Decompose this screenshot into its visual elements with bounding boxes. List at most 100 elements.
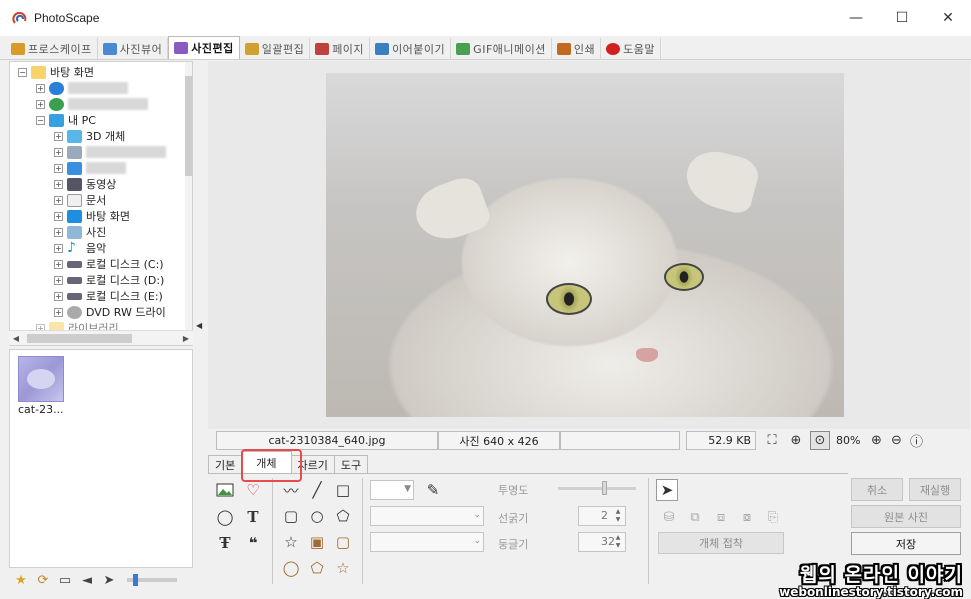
color-picker-combo[interactable]: ▼: [370, 480, 414, 500]
expand-icon[interactable]: +: [36, 99, 45, 109]
expand-icon[interactable]: +: [54, 195, 63, 205]
tree-item-blurred-1[interactable]: +: [54, 144, 166, 160]
tree-item-desktop-root[interactable]: − 바탕 화면: [18, 64, 94, 80]
quote-icon[interactable]: ❝: [242, 532, 264, 554]
tab-gif-animation[interactable]: GIF애니메이션: [451, 38, 552, 59]
thumbnail-size-slider[interactable]: [127, 574, 177, 586]
freehand-icon[interactable]: 〰: [280, 479, 302, 501]
cat-photo[interactable]: [326, 73, 844, 417]
filled-ellipse-icon[interactable]: ◯: [280, 557, 302, 579]
scrollbar-thumb[interactable]: [27, 333, 132, 343]
tree-item-drive-c[interactable]: + 로컬 디스크 (C:): [54, 256, 164, 272]
rotate-icon[interactable]: ⟳: [35, 573, 51, 588]
tab-basic[interactable]: 기본: [208, 455, 243, 473]
rounded-rectangle-icon[interactable]: ▢: [280, 505, 302, 527]
speech-balloon-icon[interactable]: ◯: [214, 506, 236, 528]
undo-button[interactable]: 취소: [851, 478, 903, 501]
object-properties-icon[interactable]: ⎘: [762, 506, 784, 528]
select-pointer-icon[interactable]: ➤: [656, 479, 678, 501]
zoom-actual-icon[interactable]: ⊕: [786, 431, 806, 450]
minimize-button[interactable]: —: [833, 0, 879, 36]
expand-icon[interactable]: +: [54, 291, 63, 301]
star-shape-icon[interactable]: ☆: [280, 531, 302, 553]
object-copy-icon[interactable]: ⧉: [684, 506, 706, 528]
tab-combine[interactable]: 이어붙이기: [370, 38, 452, 59]
object-backward-icon[interactable]: ⧇: [736, 506, 758, 528]
tree-vertical-scrollbar[interactable]: [185, 62, 192, 345]
zoom-fit-icon[interactable]: ⊙: [810, 431, 830, 450]
eyedropper-icon[interactable]: ✎: [422, 479, 444, 501]
tab-photo-editor[interactable]: 사진편집: [168, 36, 240, 59]
image-insert-icon[interactable]: [214, 479, 236, 501]
scroll-left-icon[interactable]: ◀: [9, 334, 23, 343]
arrow-left-icon[interactable]: ◄: [79, 573, 95, 588]
zoom-out-icon[interactable]: ⊖: [886, 431, 906, 450]
heart-frame-icon[interactable]: ♡: [242, 479, 264, 501]
info-icon[interactable]: ⓘ: [906, 431, 926, 450]
tree-item-videos[interactable]: + 동영상: [54, 176, 116, 192]
opacity-slider[interactable]: [558, 481, 636, 495]
text-style-icon[interactable]: Ŧ: [214, 532, 236, 554]
close-button[interactable]: ✕: [925, 0, 971, 36]
object-forward-icon[interactable]: ⧈: [710, 506, 732, 528]
expand-icon[interactable]: +: [54, 163, 63, 173]
slider-knob[interactable]: [133, 574, 138, 586]
original-photo-button[interactable]: 원본 사진: [851, 505, 961, 528]
spinner-arrows-icon[interactable]: ▲ ▼: [612, 508, 624, 524]
scrollbar-thumb[interactable]: [185, 76, 192, 176]
attach-object-button[interactable]: 개체 접착: [658, 532, 784, 554]
object-delete-icon[interactable]: ⛁: [658, 506, 680, 528]
tree-item-user[interactable]: +: [36, 96, 148, 112]
tab-photo-viewer[interactable]: 사진뷰어: [98, 38, 169, 59]
expand-icon[interactable]: +: [54, 243, 63, 253]
tree-item-music[interactable]: + ♪ 음악: [54, 240, 106, 256]
expand-icon[interactable]: +: [54, 275, 63, 285]
tab-batch-editor[interactable]: 일괄편집: [240, 38, 311, 59]
expand-icon[interactable]: +: [54, 259, 63, 269]
arrow-right-icon[interactable]: ➤: [101, 573, 117, 588]
tree-item-pictures[interactable]: + 사진: [54, 224, 106, 240]
roundness-spinner[interactable]: 32 ▲ ▼: [578, 532, 626, 552]
expand-icon[interactable]: +: [54, 147, 63, 157]
text-icon[interactable]: T: [242, 506, 264, 528]
tree-item-drive-d[interactable]: + 로컬 디스크 (D:): [54, 272, 164, 288]
scroll-right-icon[interactable]: ▶: [179, 334, 193, 343]
expand-icon[interactable]: +: [54, 307, 63, 317]
slider-knob[interactable]: [602, 481, 607, 495]
tab-print[interactable]: 인쇄: [552, 38, 602, 59]
filled-rounded-rectangle-icon[interactable]: ▢: [332, 531, 354, 553]
expand-icon[interactable]: +: [36, 83, 45, 93]
expand-icon[interactable]: +: [54, 227, 63, 237]
folder-open-icon[interactable]: ▭: [57, 573, 73, 588]
tab-tools[interactable]: 도구: [333, 455, 369, 473]
panel-splitter[interactable]: ◀: [194, 61, 206, 571]
expand-icon[interactable]: +: [54, 211, 63, 221]
filled-rectangle-icon[interactable]: ▣: [306, 531, 328, 553]
tree-item-my-pc[interactable]: − 내 PC: [36, 112, 96, 128]
line-style-combo[interactable]: ⌄: [370, 506, 484, 526]
rectangle-icon[interactable]: □: [332, 479, 354, 501]
tab-help[interactable]: 도움말: [601, 38, 661, 59]
tree-item-onedrive[interactable]: +: [36, 80, 128, 96]
tree-item-desktop[interactable]: + 바탕 화면: [54, 208, 130, 224]
tab-page[interactable]: 페이지: [310, 38, 371, 59]
tree-item-3d-objects[interactable]: + 3D 개체: [54, 128, 125, 144]
tree-item-downloads[interactable]: +: [54, 160, 126, 176]
line-icon[interactable]: ╱: [306, 479, 328, 501]
tree-item-documents[interactable]: + 문서: [54, 192, 106, 208]
filled-star-icon[interactable]: ☆: [332, 557, 354, 579]
ellipse-icon[interactable]: ○: [306, 505, 328, 527]
filled-pentagon-icon[interactable]: ⬠: [306, 557, 328, 579]
tree-item-drive-e[interactable]: + 로컬 디스크 (E:): [54, 288, 163, 304]
tree-horizontal-scrollbar[interactable]: ◀ ▶: [9, 330, 193, 345]
arrow-style-combo[interactable]: ⌄: [370, 532, 484, 552]
save-button[interactable]: 저장: [851, 532, 961, 555]
image-canvas[interactable]: [208, 61, 970, 429]
line-width-spinner[interactable]: 2 ▲ ▼: [578, 506, 626, 526]
thumbnail-image[interactable]: [18, 356, 64, 402]
maximize-button[interactable]: ☐: [879, 0, 925, 36]
expand-icon[interactable]: +: [54, 131, 63, 141]
spinner-arrows-icon[interactable]: ▲ ▼: [612, 534, 624, 550]
redo-button[interactable]: 재실행: [909, 478, 961, 501]
pentagon-icon[interactable]: ⬠: [332, 505, 354, 527]
